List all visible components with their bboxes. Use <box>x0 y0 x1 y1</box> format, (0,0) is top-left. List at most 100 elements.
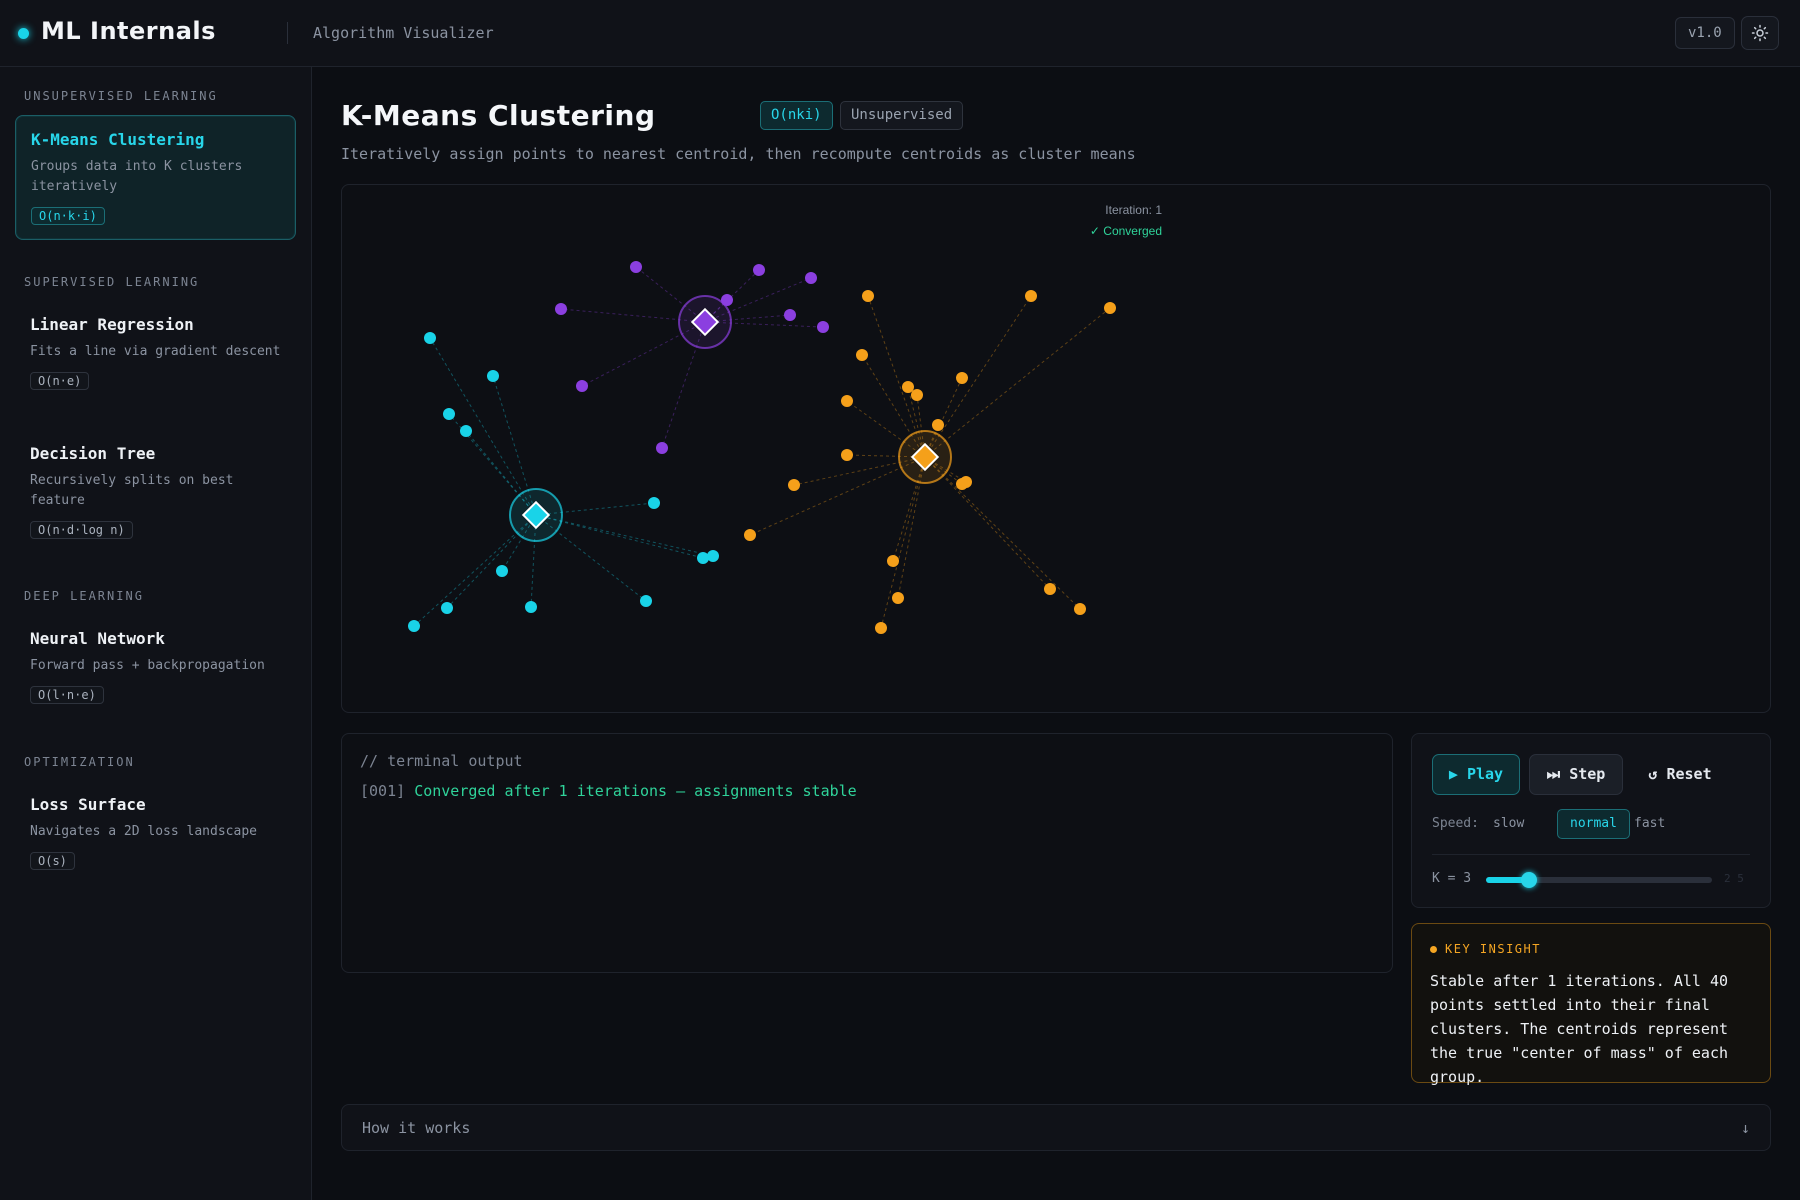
data-point <box>862 290 874 302</box>
theme-toggle-button[interactable] <box>1741 16 1779 50</box>
complexity-badge: O(s) <box>30 852 75 870</box>
speed-normal-button[interactable]: normal <box>1557 809 1630 839</box>
sidebar-item-decision-tree[interactable]: Decision Tree Recursively splits on best… <box>15 430 296 553</box>
insight-dot-icon <box>1430 945 1437 953</box>
iteration-label: Iteration: 1 <box>1105 203 1162 217</box>
speed-slow-button[interactable]: slow <box>1480 809 1537 839</box>
complexity-badge: O(l·n·e) <box>30 686 104 704</box>
data-point <box>1044 583 1056 595</box>
play-button[interactable]: ▶ Play <box>1432 754 1520 795</box>
data-point <box>1025 290 1037 302</box>
data-point <box>656 442 668 454</box>
section-label-supervised: SUPERVISED LEARNING <box>24 275 200 289</box>
data-point <box>443 408 455 420</box>
header-divider <box>287 22 288 44</box>
reset-button[interactable]: ↺ Reset <box>1632 754 1728 795</box>
how-it-works-toggle[interactable]: How it works ↓ <box>341 1104 1771 1151</box>
data-point <box>640 595 652 607</box>
speed-label: Speed: <box>1432 816 1479 831</box>
brand-dot <box>18 28 29 39</box>
page-title: K-Means Clustering <box>341 99 656 132</box>
assignment-line <box>924 295 1032 458</box>
centroid-marker <box>898 430 952 484</box>
data-point <box>956 372 968 384</box>
complexity-badge: O(n·d·log n) <box>30 521 133 539</box>
data-point <box>496 565 508 577</box>
section-label-unsupervised: UNSUPERVISED LEARNING <box>24 89 218 103</box>
terminal-output: // terminal output [001] Converged after… <box>341 733 1393 973</box>
data-point <box>525 601 537 613</box>
version-badge: v1.0 <box>1675 17 1735 49</box>
data-point <box>784 309 796 321</box>
converged-status: ✓ Converged <box>1090 224 1162 238</box>
data-point <box>424 332 436 344</box>
sidebar-item-neural-network[interactable]: Neural Network Forward pass + backpropag… <box>15 615 296 718</box>
assignment-line <box>429 337 537 516</box>
sidebar-item-description: Fits a line via gradient descent <box>30 344 281 359</box>
data-point <box>753 264 765 276</box>
k-range-label: 2 5 <box>1724 872 1744 885</box>
complexity-badge: O(n·e) <box>30 372 90 390</box>
data-point <box>697 552 709 564</box>
key-insight-card: KEY INSIGHT Stable after 1 iterations. A… <box>1411 923 1771 1086</box>
data-point <box>817 321 829 333</box>
centroid-marker <box>509 488 563 542</box>
sidebar-item-title: K-Means Clustering <box>31 130 205 149</box>
controls-divider <box>1432 854 1750 855</box>
data-point <box>1074 603 1086 615</box>
category-tag: Unsupervised <box>840 101 964 130</box>
data-point <box>805 272 817 284</box>
data-point <box>1104 302 1116 314</box>
assignment-line <box>924 456 1081 610</box>
sidebar-item-title: Linear Regression <box>30 315 194 334</box>
chevron-down-icon: ↓ <box>1740 1118 1750 1137</box>
terminal-line-message: Converged after 1 iterations — assignmen… <box>414 782 857 800</box>
section-label-optimization: OPTIMIZATION <box>24 755 135 769</box>
data-point <box>841 395 853 407</box>
terminal-line: [001] Converged after 1 iterations — ass… <box>360 782 1374 800</box>
k-value-label: K = 3 <box>1432 871 1472 886</box>
brand-title[interactable]: ML Internals <box>41 17 216 45</box>
data-point <box>788 479 800 491</box>
kmeans-plot: Iteration: 1 ✓ Converged <box>408 203 1162 634</box>
assignment-line <box>924 307 1111 458</box>
data-point <box>707 550 719 562</box>
speed-fast-button[interactable]: fast <box>1621 809 1678 839</box>
data-point <box>841 449 853 461</box>
data-point <box>956 478 968 490</box>
top-bar: ML Internals Algorithm Visualizer v1.0 <box>0 0 1800 67</box>
data-point <box>902 381 914 393</box>
data-point <box>487 370 499 382</box>
sidebar: UNSUPERVISED LEARNING K-Means Clustering… <box>0 67 312 1200</box>
data-point <box>911 389 923 401</box>
sidebar-item-title: Neural Network <box>30 629 165 648</box>
controls-panel: ▶ Play ⏭ Step ↺ Reset Speed: slow normal… <box>1411 733 1771 908</box>
data-point <box>856 349 868 361</box>
sidebar-item-title: Loss Surface <box>30 795 146 814</box>
app-subtitle: Algorithm Visualizer <box>313 24 494 42</box>
section-label-deep-learning: DEEP LEARNING <box>24 589 144 603</box>
data-point <box>744 529 756 541</box>
data-point <box>932 419 944 431</box>
sidebar-item-kmeans[interactable]: K-Means Clustering Groups data into K cl… <box>15 115 296 240</box>
sidebar-item-loss-surface[interactable]: Loss Surface Navigates a 2D loss landsca… <box>15 781 296 884</box>
step-button[interactable]: ⏭ Step <box>1529 754 1623 795</box>
data-point <box>892 592 904 604</box>
sidebar-item-linear-regression[interactable]: Linear Regression Fits a line via gradie… <box>15 301 296 404</box>
insight-title: KEY INSIGHT <box>1445 942 1541 956</box>
terminal-line-index: [001] <box>360 782 406 800</box>
visualization-canvas[interactable]: Iteration: 1 ✓ Converged <box>341 184 1771 713</box>
k-slider-thumb[interactable] <box>1520 872 1537 888</box>
data-point <box>648 497 660 509</box>
insight-header: KEY INSIGHT <box>1430 942 1752 956</box>
data-point <box>576 380 588 392</box>
assignment-line <box>924 456 1051 590</box>
data-point <box>441 602 453 614</box>
data-point <box>875 622 887 634</box>
data-point <box>555 303 567 315</box>
data-point <box>630 261 642 273</box>
algorithm-description: Iteratively assign points to nearest cen… <box>341 145 1136 163</box>
data-point <box>460 425 472 437</box>
assignment-line <box>535 514 714 557</box>
k-slider[interactable] <box>1486 872 1712 888</box>
